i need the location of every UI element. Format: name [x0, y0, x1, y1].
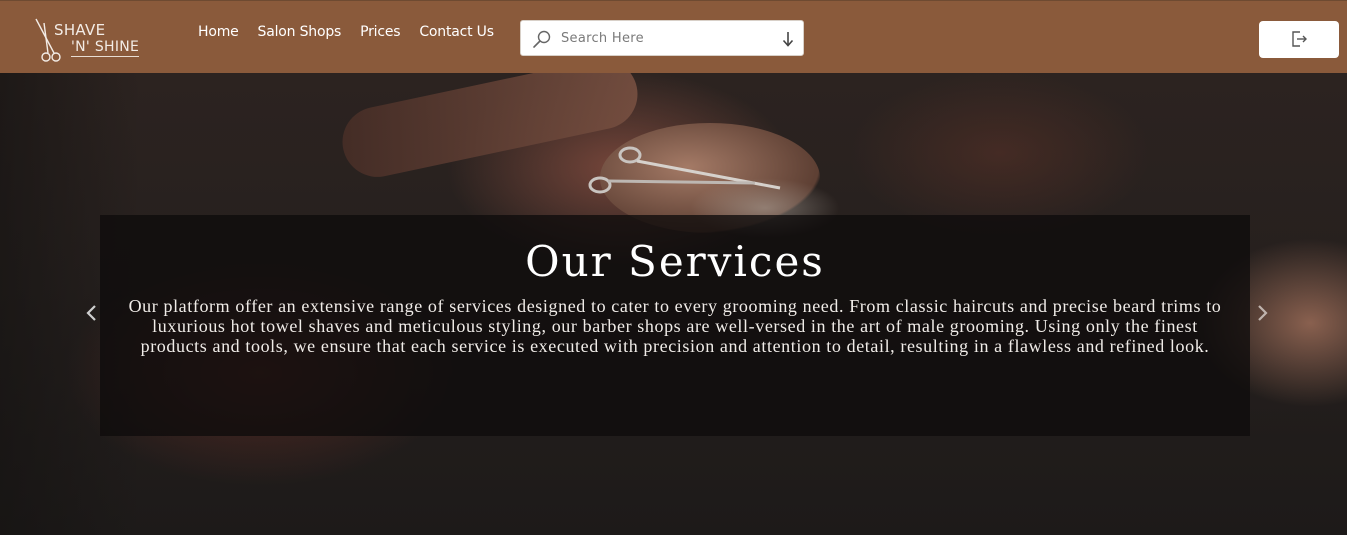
search-bar — [520, 20, 804, 56]
carousel-caption: Our Services Our platform offer an exten… — [100, 215, 1250, 436]
chevron-right-icon — [1258, 305, 1268, 321]
search-icon — [533, 30, 551, 48]
navbar: SHAVE 'N' SHINE Home Salon Shops Prices … — [0, 0, 1347, 73]
brand-logo[interactable]: SHAVE 'N' SHINE — [34, 15, 154, 65]
hero-carousel: Our Services Our platform offer an exten… — [0, 73, 1347, 535]
hero-description: Our platform offer an extensive range of… — [128, 296, 1222, 356]
brand-name-line1: SHAVE — [54, 21, 106, 39]
nav-link-home[interactable]: Home — [198, 24, 239, 40]
logout-button[interactable] — [1259, 21, 1339, 58]
carousel-next-button[interactable] — [1250, 301, 1274, 325]
nav-link-contact-us[interactable]: Contact Us — [419, 24, 494, 40]
arrow-down-icon[interactable] — [781, 30, 795, 48]
logout-icon — [1292, 31, 1307, 47]
search-input[interactable] — [561, 23, 771, 53]
scissors-image — [588, 146, 781, 194]
hero-title: Our Services — [525, 237, 825, 286]
main-nav: Home Salon Shops Prices Contact Us — [198, 24, 494, 40]
brand-name-line2: 'N' SHINE — [71, 39, 140, 57]
nav-link-prices[interactable]: Prices — [360, 24, 400, 40]
nav-link-salon-shops[interactable]: Salon Shops — [258, 24, 342, 40]
